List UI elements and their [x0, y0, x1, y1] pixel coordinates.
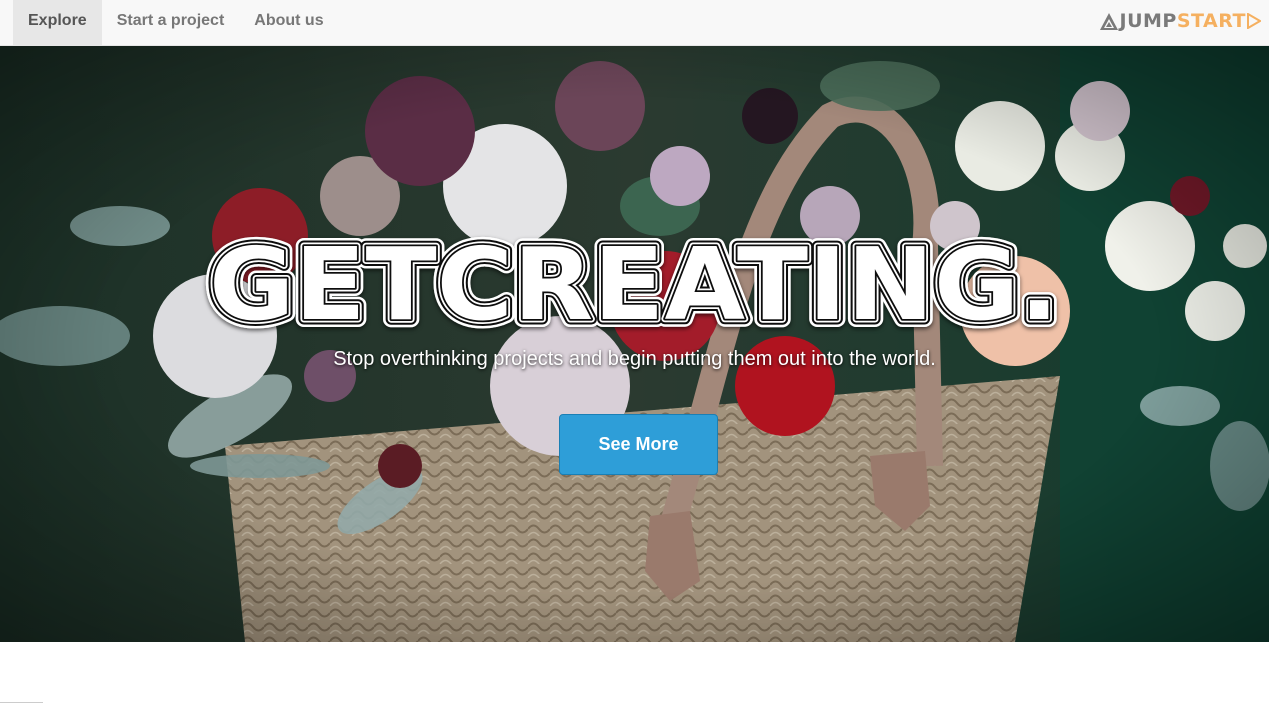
hero-title: GETCREATING. GETCREATING. GETCREATING. G…	[201, 218, 1067, 346]
nav-item-about-us[interactable]: About us	[239, 0, 338, 45]
divider	[0, 702, 43, 703]
top-navbar: Explore Start a project About us JUMP ST…	[0, 0, 1269, 46]
hero-banner: GETCREATING. GETCREATING. GETCREATING. G…	[0, 46, 1269, 642]
nav-list: Explore Start a project About us	[13, 0, 339, 45]
brand-logo[interactable]: JUMP START	[1099, 7, 1261, 35]
content-section	[0, 642, 1269, 704]
brand-text-jump: JUMP	[1119, 10, 1177, 32]
nav-item-start-project[interactable]: Start a project	[102, 0, 240, 45]
play-arrow-icon	[1247, 13, 1261, 29]
nav-item-explore[interactable]: Explore	[13, 0, 102, 45]
see-more-button[interactable]: See More	[559, 414, 718, 475]
triangle-logo-icon	[1099, 13, 1118, 30]
hero-title-core: GETCREATING.	[209, 226, 1059, 343]
brand-text-start: START	[1176, 10, 1246, 32]
hero-subtitle: Stop overthinking projects and begin put…	[333, 348, 936, 370]
